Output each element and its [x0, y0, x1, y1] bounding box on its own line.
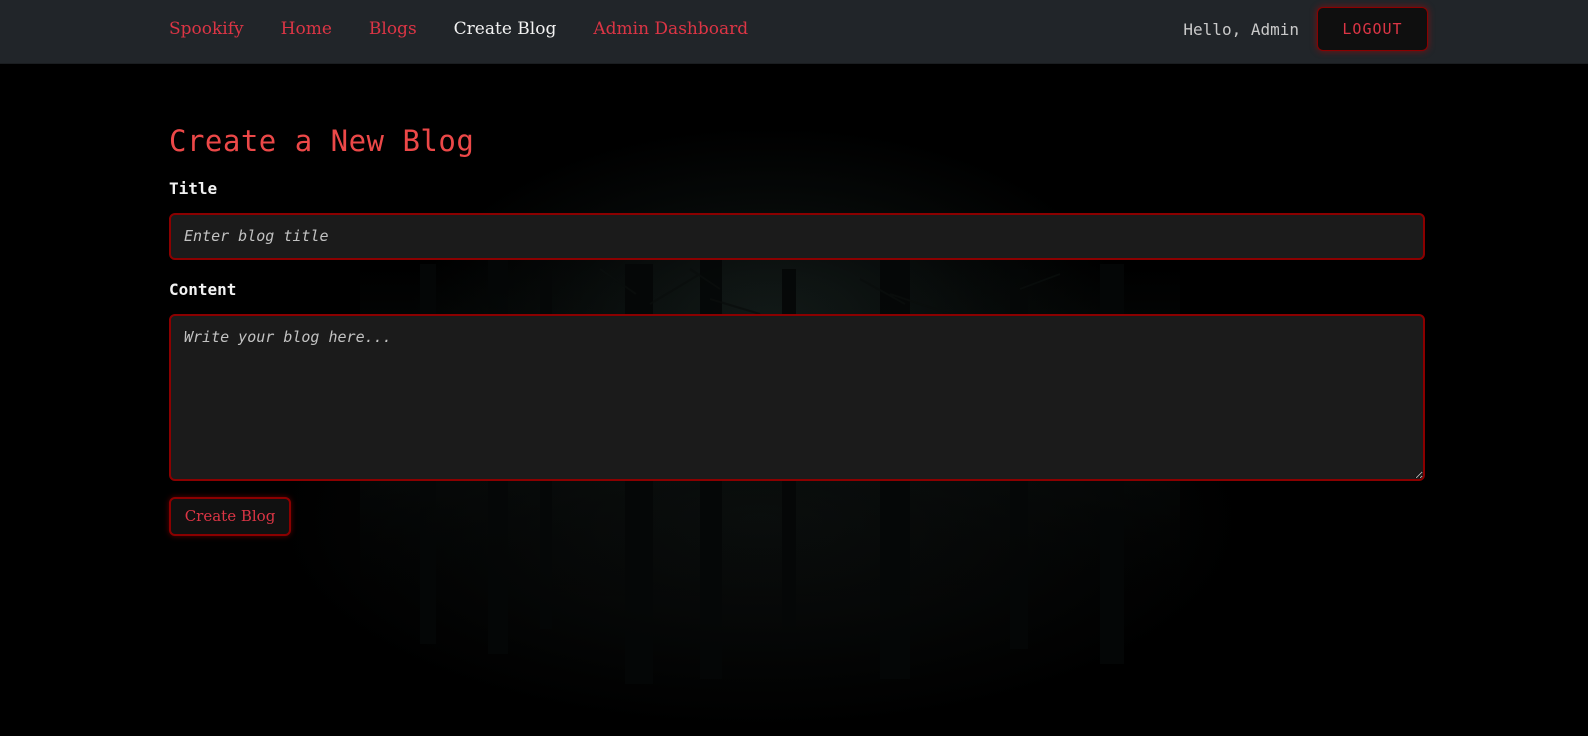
nav-link-admin-dashboard[interactable]: Admin Dashboard: [593, 19, 748, 39]
content-label: Content: [169, 279, 237, 299]
navbar: Spookify Home Blogs Create Blog Admin Da…: [0, 0, 1588, 64]
nav-user-area: Hello, Admin LOGOUT: [1183, 0, 1428, 58]
page-title: Create a New Blog: [169, 124, 475, 158]
nav-links: Spookify Home Blogs Create Blog Admin Da…: [169, 0, 785, 58]
create-blog-form: Create a New Blog Title Content Create B…: [169, 124, 1425, 536]
nav-link-home[interactable]: Home: [281, 19, 332, 39]
nav-link-blogs[interactable]: Blogs: [369, 19, 417, 39]
logout-button[interactable]: LOGOUT: [1317, 7, 1428, 51]
user-greeting: Hello, Admin: [1183, 19, 1299, 39]
page: Spookify Home Blogs Create Blog Admin Da…: [0, 0, 1588, 736]
title-label: Title: [169, 178, 218, 198]
content-textarea[interactable]: [169, 313, 1425, 481]
nav-link-create-blog[interactable]: Create Blog: [454, 19, 557, 39]
brand-link[interactable]: Spookify: [169, 19, 244, 39]
title-input[interactable]: [169, 212, 1425, 260]
create-blog-button[interactable]: Create Blog: [169, 496, 291, 536]
